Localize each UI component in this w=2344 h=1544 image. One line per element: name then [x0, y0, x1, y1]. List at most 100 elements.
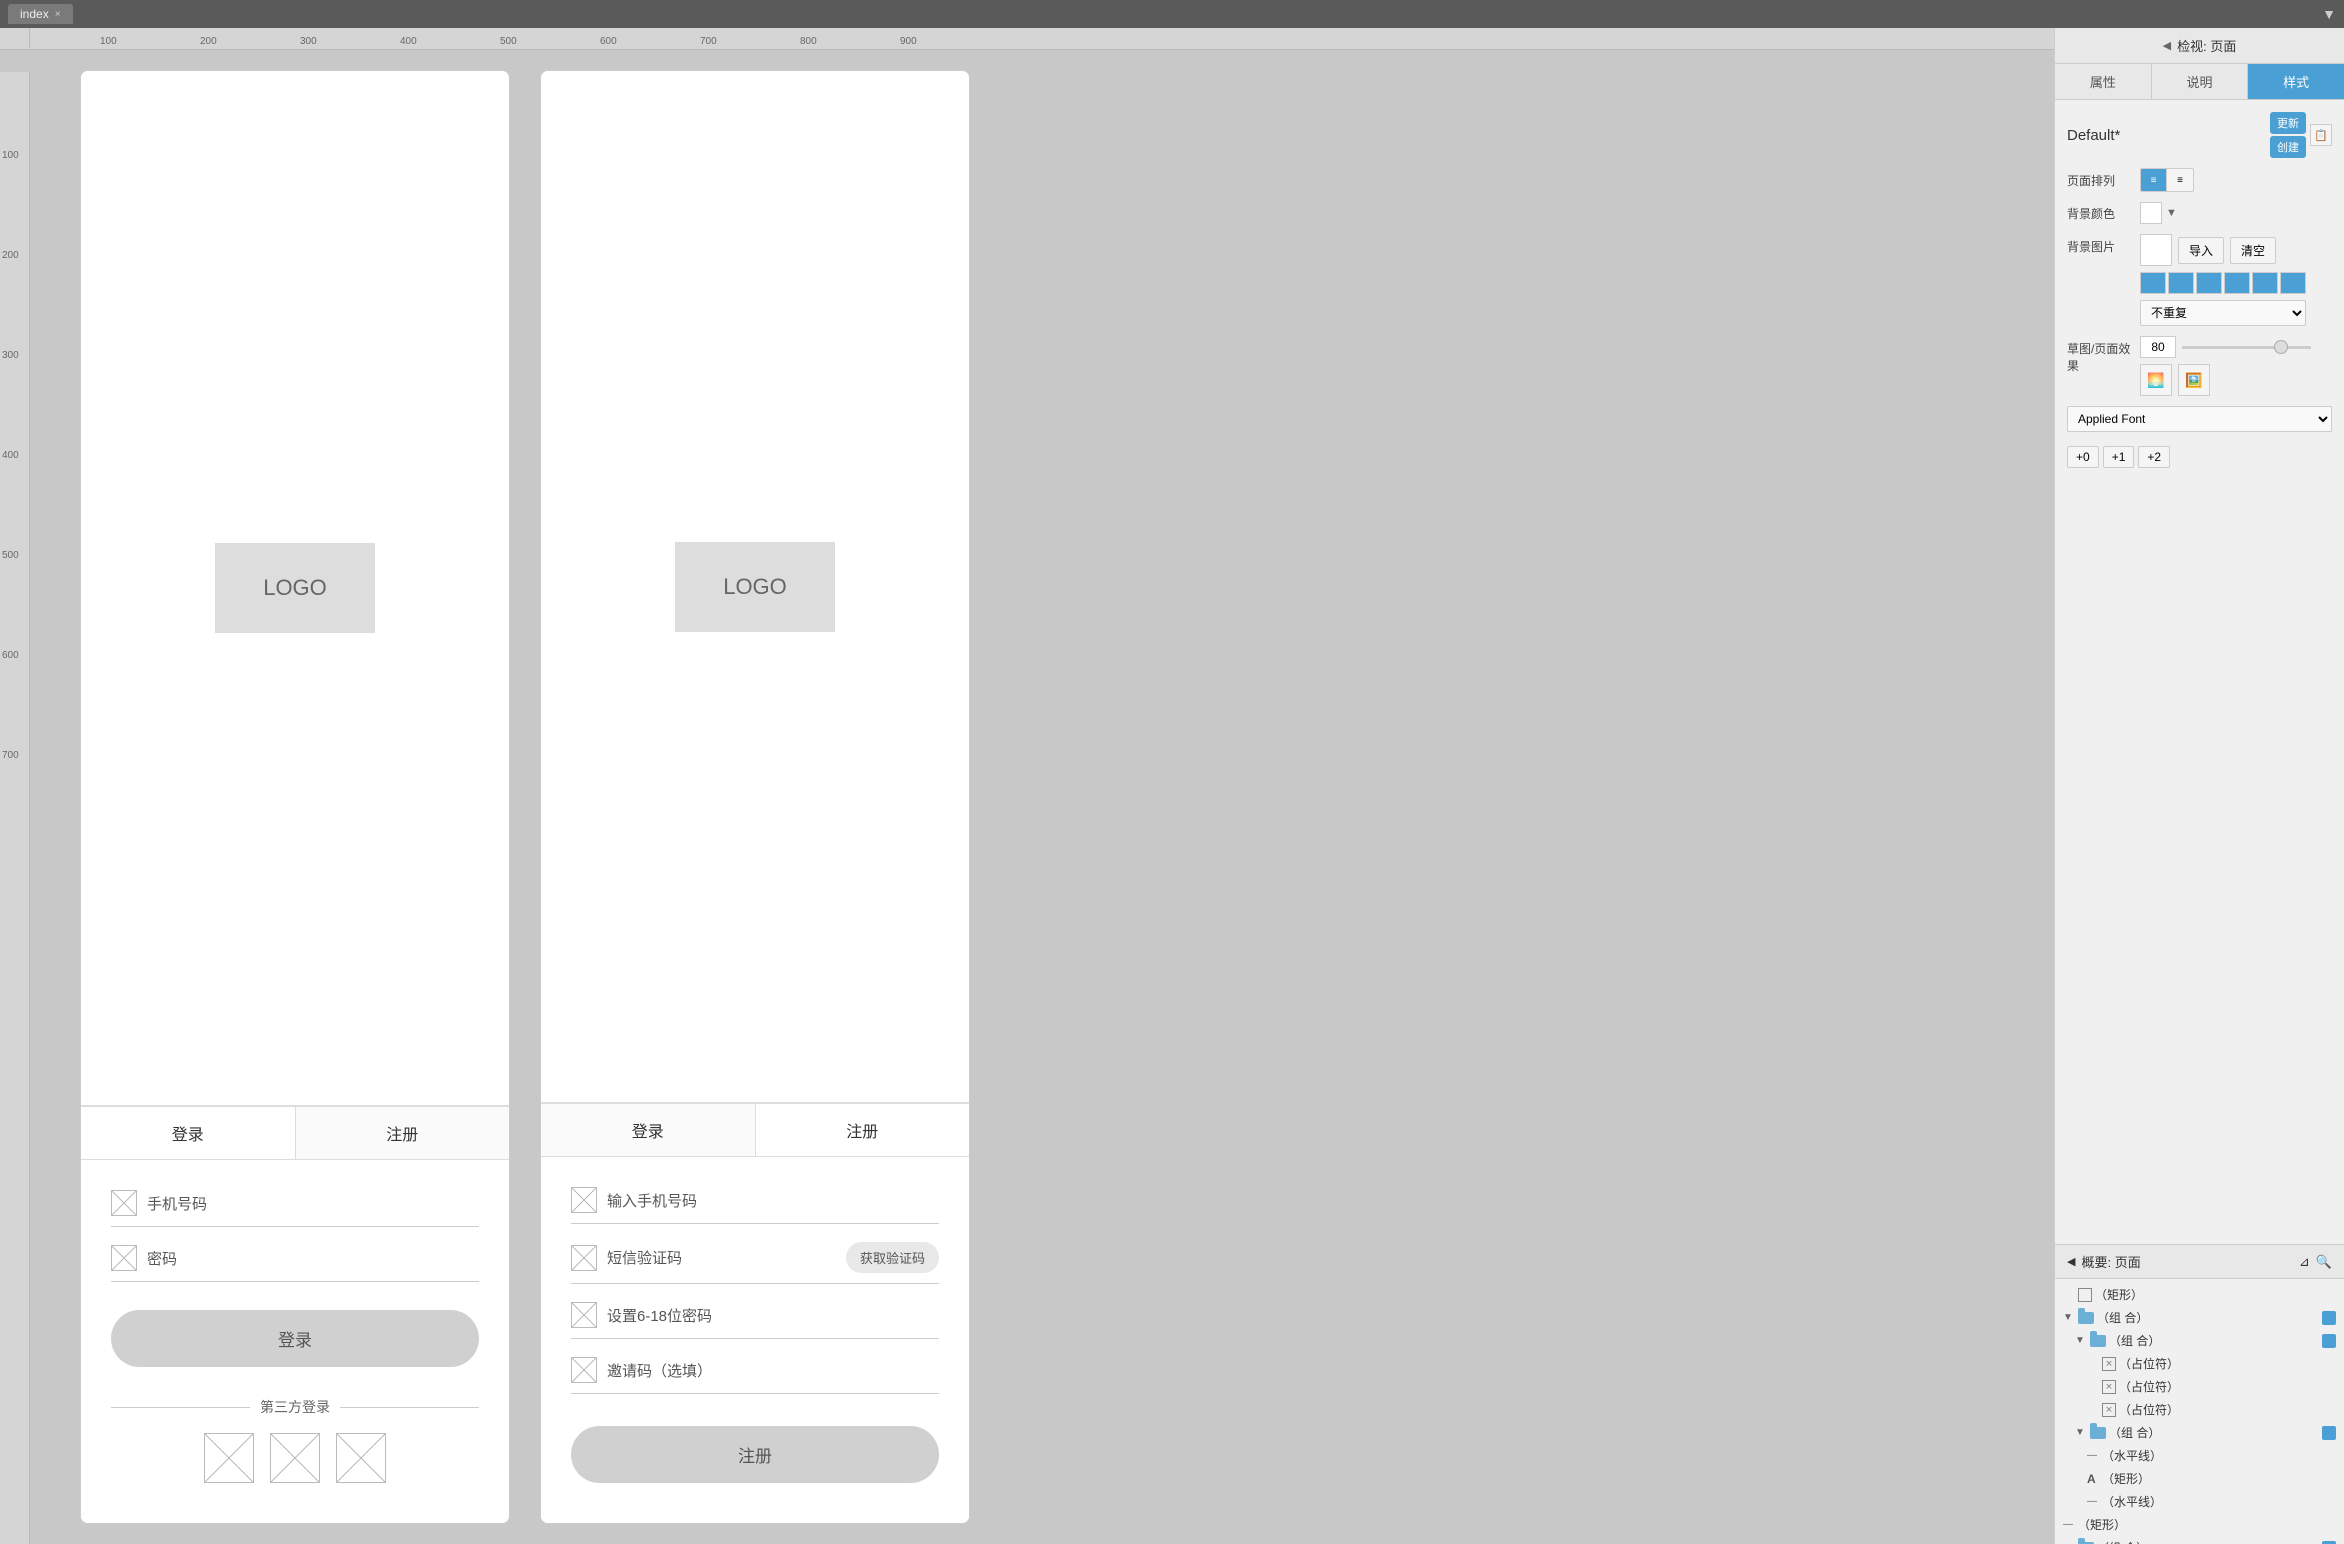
phone-form-login: 手机号码 密码 登录 第三方登录 [81, 1160, 509, 1523]
bg-image-label: 背景图片 [2067, 234, 2132, 255]
tree-icon-p1 [2102, 1357, 2116, 1371]
tree-toggle-group3[interactable]: ▼ [2075, 1427, 2087, 1438]
overview-nav-icon[interactable]: ◀ [2067, 1255, 2075, 1268]
canvas-area: 100 200 300 400 500 600 700 800 900 100 … [0, 28, 2054, 1544]
phone-frame-register: LOGO 登录 注册 输入手机号码 [540, 70, 970, 1524]
password-label: 密码 [147, 1248, 479, 1269]
font-size-1[interactable]: +1 [2103, 446, 2135, 468]
tree-label-group4: （组 合） [2097, 1539, 2319, 1544]
bg-pos-3[interactable] [2196, 272, 2222, 294]
tree-item-group3[interactable]: ▼ （组 合） [2055, 1421, 2344, 1444]
register-button[interactable]: 注册 [571, 1426, 939, 1483]
layout-btn-2[interactable]: ≡ [2167, 169, 2193, 191]
sketch-icon-portrait[interactable]: 🖼️ [2178, 364, 2210, 396]
tree-item-rect2[interactable]: — （矩形） [2055, 1513, 2344, 1536]
bg-pos-6[interactable] [2280, 272, 2306, 294]
ruler-v-mark-300: 300 [2, 350, 19, 361]
tree-item-group2[interactable]: ▼ （组 合） [2055, 1329, 2344, 1352]
tree-item-placeholder2[interactable]: （占位符） [2055, 1375, 2344, 1398]
update-btn[interactable]: 更新 [2270, 112, 2306, 134]
sketch-controls: 80 🌅 🖼️ [2140, 336, 2311, 396]
ruler-corner [0, 28, 30, 50]
tab-register-left[interactable]: 注册 [296, 1107, 510, 1159]
divider-left [111, 1407, 250, 1408]
tree-item-hline1[interactable]: — （水平线） [2055, 1444, 2344, 1467]
tab-login-left[interactable]: 登录 [81, 1107, 296, 1159]
filter-icon[interactable]: ⊿ [2299, 1254, 2310, 1270]
sketch-value-input[interactable]: 80 [2140, 336, 2176, 358]
tree-item-a-rect[interactable]: A （矩形） [2055, 1467, 2344, 1490]
sms-verify-btn[interactable]: 获取验证码 [846, 1242, 939, 1273]
ruler-h-inner: 100 200 300 400 500 600 700 800 900 [30, 28, 1010, 49]
bg-pos-1[interactable] [2140, 272, 2166, 294]
ruler-mark-100: 100 [100, 36, 117, 47]
tree-label-group3: （组 合） [2109, 1424, 2319, 1441]
logo-right: LOGO [675, 542, 835, 632]
tab-style[interactable]: 样式 [2248, 64, 2344, 99]
create-btn[interactable]: 创建 [2270, 136, 2306, 158]
rp-nav-back[interactable]: ◀ [2163, 39, 2171, 52]
tree-item-group1[interactable]: ▼ （组 合） [2055, 1306, 2344, 1329]
font-select[interactable]: Applied Font Default Font Custom Font [2067, 406, 2332, 432]
tree-toggle-group1[interactable]: ▼ [2063, 1312, 2075, 1323]
sketch-icon-landscape[interactable]: 🌅 [2140, 364, 2172, 396]
bg-pos-5[interactable] [2252, 272, 2278, 294]
sketch-slider[interactable] [2182, 346, 2311, 349]
login-button[interactable]: 登录 [111, 1310, 479, 1367]
tree-label-group2: （组 合） [2109, 1332, 2319, 1349]
social-icon-1[interactable] [204, 1433, 254, 1483]
font-size-2[interactable]: +2 [2138, 446, 2170, 468]
tree-item-group4[interactable]: ▼ （组 合） [2055, 1536, 2344, 1544]
tab-register-right[interactable]: 注册 [756, 1104, 970, 1156]
tree-item-rect[interactable]: （矩形） [2055, 1283, 2344, 1306]
ruler-v-mark-600: 600 [2, 650, 19, 661]
phone-label-r: 输入手机号码 [607, 1190, 939, 1211]
social-icon-2[interactable] [270, 1433, 320, 1483]
bg-pos-4[interactable] [2224, 272, 2250, 294]
rp-tabs: 属性 说明 样式 [2055, 64, 2344, 100]
main-layout: 100 200 300 400 500 600 700 800 900 100 … [0, 28, 2344, 1544]
tree-item-placeholder3[interactable]: （占位符） [2055, 1398, 2344, 1421]
tree-toggle-rect2: — [2063, 1519, 2075, 1530]
tab-label: index [20, 7, 49, 21]
clear-btn[interactable]: 清空 [2230, 237, 2276, 264]
ruler-horizontal: 100 200 300 400 500 600 700 800 900 [0, 28, 2054, 50]
ruler-mark-500: 500 [500, 36, 517, 47]
tab-login-right[interactable]: 登录 [541, 1104, 756, 1156]
tree-icon-p3 [2102, 1403, 2116, 1417]
input-row-password: 密码 [111, 1235, 479, 1282]
ruler-v-mark-100: 100 [2, 150, 19, 161]
tree-toggle-group2[interactable]: ▼ [2075, 1335, 2087, 1346]
bg-color-swatch[interactable] [2140, 202, 2162, 224]
right-panel: ◀ 检视: 页面 属性 说明 样式 Default* 更新 创建 📋 [2054, 28, 2344, 1544]
tab-description[interactable]: 说明 [2152, 64, 2249, 99]
ruler-vertical: 100 200 300 400 500 600 700 [0, 72, 30, 1544]
tab-properties[interactable]: 属性 [2055, 64, 2152, 99]
color-dropdown[interactable]: ▼ [2166, 207, 2177, 219]
layout-btn-1[interactable]: ≡ [2141, 169, 2167, 191]
layout-btn-group: ≡ ≡ [2140, 168, 2194, 192]
tab-close-btn[interactable]: × [55, 9, 61, 20]
tree-item-placeholder1[interactable]: （占位符） [2055, 1352, 2344, 1375]
font-row: Applied Font Default Font Custom Font +0… [2067, 406, 2332, 468]
search-icon[interactable]: 🔍 [2316, 1254, 2332, 1270]
ruler-v-mark-700: 700 [2, 750, 19, 761]
tree-badge-group3 [2322, 1426, 2336, 1440]
social-icon-3[interactable] [336, 1433, 386, 1483]
password-label-r: 设置6-18位密码 [607, 1305, 939, 1326]
ruler-mark-200: 200 [200, 36, 217, 47]
repeat-select[interactable]: 不重复 重复 水平重复 垂直重复 [2140, 300, 2306, 326]
overview-header: ◀ 概要: 页面 ⊿ 🔍 [2055, 1245, 2344, 1279]
font-size-0[interactable]: +0 [2067, 446, 2099, 468]
ruler-mark-700: 700 [700, 36, 717, 47]
import-btn[interactable]: 导入 [2178, 237, 2224, 264]
tree-item-hline2[interactable]: — （水平线） [2055, 1490, 2344, 1513]
style-copy-btn[interactable]: 📋 [2310, 124, 2332, 146]
dropdown-icon[interactable]: ▼ [2322, 6, 2336, 22]
page-layout-control: ≡ ≡ [2140, 168, 2332, 192]
bg-pos-2[interactable] [2168, 272, 2194, 294]
tab-index[interactable]: index × [8, 4, 73, 24]
ruler-v-mark-500: 500 [2, 550, 19, 561]
phone-label: 手机号码 [147, 1193, 479, 1214]
invite-label: 邀请码（选填） [607, 1360, 939, 1381]
